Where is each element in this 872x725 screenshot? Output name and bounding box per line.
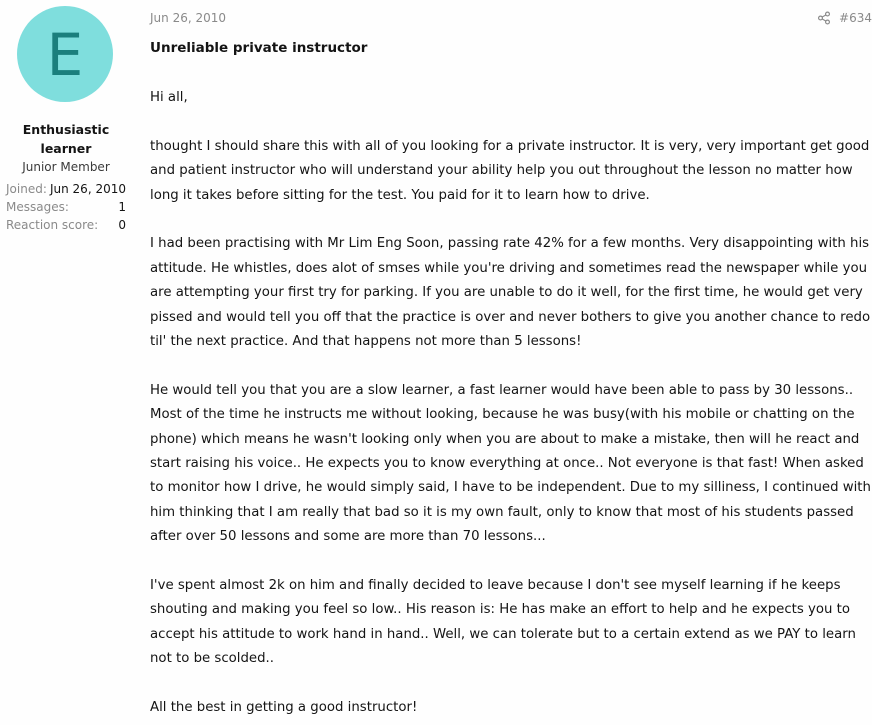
- user-stat-joined: Joined: Jun 26, 2010: [6, 180, 126, 198]
- user-stat-value: 0: [118, 218, 126, 232]
- post-paragraph: thought I should share this with all of …: [150, 138, 870, 203]
- user-title: Junior Member: [22, 160, 110, 174]
- message-content: Jun 26, 2010 #634 Unreliable private ins…: [150, 0, 872, 725]
- post-paragraph: All the best in getting a good instructo…: [150, 700, 418, 716]
- post-title: Unreliable private instructor: [150, 40, 368, 56]
- avatar-letter: E: [46, 21, 84, 89]
- user-stat-label: Reaction score:: [6, 218, 99, 232]
- user-stat-reaction-score: Reaction score: 0: [6, 216, 126, 234]
- user-stat-label: Messages:: [6, 200, 69, 214]
- username-link[interactable]: Enthusiastic learner: [0, 120, 132, 158]
- user-stat-value: 1: [118, 200, 126, 214]
- user-stats: Joined: Jun 26, 2010 Messages: 1 Reactio…: [6, 180, 126, 234]
- user-stat-label: Joined:: [6, 182, 47, 196]
- post-paragraph: I've spent almost 2k on him and finally …: [150, 578, 856, 667]
- user-stat-value: Jun 26, 2010: [49, 182, 126, 196]
- post-date-link[interactable]: Jun 26, 2010: [150, 8, 226, 28]
- post-attribution: Jun 26, 2010 #634: [150, 8, 872, 28]
- post-paragraph: I had been practising with Mr Lim Eng So…: [150, 236, 871, 350]
- share-icon[interactable]: [817, 11, 831, 25]
- user-sidebar: E Enthusiastic learner Junior Member Joi…: [0, 0, 132, 725]
- post-body: Hi all, thought I should share this with…: [150, 86, 872, 725]
- post-paragraph: Hi all,: [150, 90, 188, 105]
- user-stat-messages: Messages: 1: [6, 198, 126, 216]
- forum-post: E Enthusiastic learner Junior Member Joi…: [0, 0, 872, 725]
- post-paragraph: He would tell you that you are a slow le…: [150, 382, 871, 545]
- avatar[interactable]: E: [17, 6, 113, 102]
- post-number-link[interactable]: #634: [839, 8, 872, 28]
